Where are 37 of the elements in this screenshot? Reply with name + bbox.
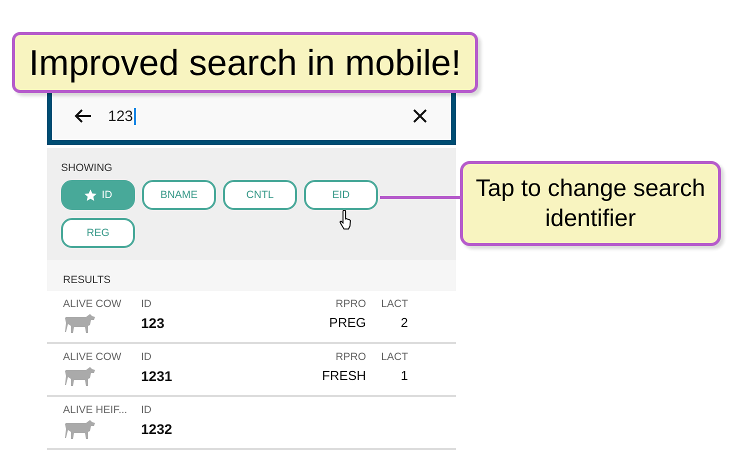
id-label: ID xyxy=(141,351,152,363)
id-label: ID xyxy=(141,404,152,416)
back-arrow-icon[interactable] xyxy=(74,108,92,124)
field-label: LACT xyxy=(381,351,408,363)
tip-callout: Tap to change search identifier xyxy=(460,161,721,246)
hand-cursor-icon xyxy=(339,210,353,230)
field-label: RPRO xyxy=(336,351,366,363)
section-label: SHOWING xyxy=(61,162,114,174)
title-callout: Improved search in mobile! xyxy=(12,32,478,93)
result-row[interactable]: ALIVE COW ID 123 RPRO PREG LACT 2 xyxy=(47,291,456,344)
field-value: 2 xyxy=(400,315,408,330)
star-icon xyxy=(84,188,97,202)
field-value: PREG xyxy=(329,315,366,330)
animal-id: 1232 xyxy=(141,421,174,437)
field-value: FRESH xyxy=(322,368,366,383)
search-field[interactable]: 123 xyxy=(108,108,397,124)
cow-icon xyxy=(63,366,97,386)
status-label: ALIVE COW xyxy=(63,298,122,310)
animal-id: 123 xyxy=(141,315,166,331)
identifier-chip[interactable]: BNAME xyxy=(142,180,216,210)
result-row[interactable]: ALIVE HEIF... ID 1232 xyxy=(47,397,456,450)
identifier-chip[interactable]: EID xyxy=(304,180,378,210)
animal-id: 1231 xyxy=(141,368,174,384)
result-row[interactable]: ALIVE COW ID 1231 RPRO FRESH LACT 1 xyxy=(47,344,456,397)
id-label: ID xyxy=(141,298,152,310)
section-label: RESULTS xyxy=(63,274,111,286)
identifier-chip[interactable]: CNTL xyxy=(223,180,297,210)
status-label: ALIVE COW xyxy=(63,351,122,363)
identifier-chip[interactable]: REG xyxy=(61,218,135,248)
cow-icon xyxy=(63,313,97,333)
identifier-chip[interactable]: ID xyxy=(61,180,135,210)
close-icon[interactable] xyxy=(413,109,427,123)
cow-icon xyxy=(63,419,97,439)
field-label: RPRO xyxy=(336,298,366,310)
field-label: LACT xyxy=(381,298,408,310)
status-label: ALIVE HEIF... xyxy=(63,404,128,416)
field-value: 1 xyxy=(400,368,408,383)
